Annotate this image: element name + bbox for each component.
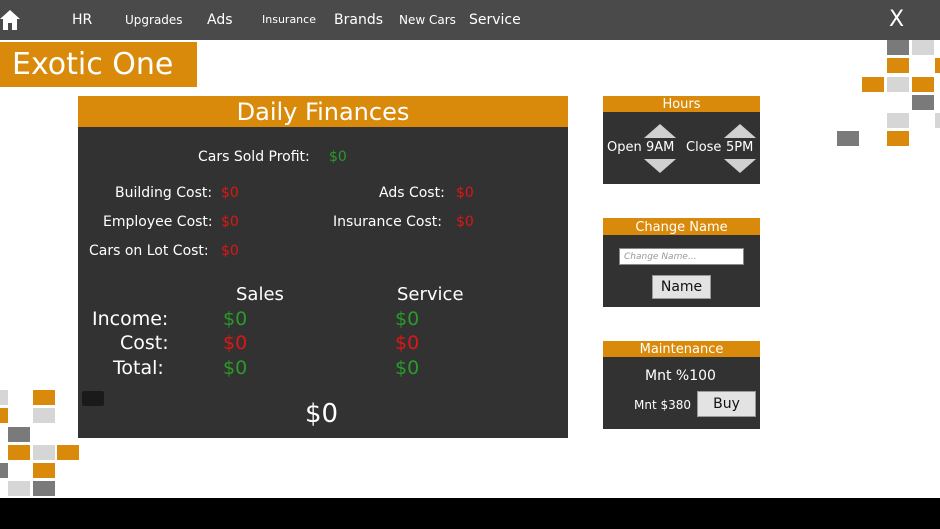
decor-tile [33,463,55,478]
decor-tile [912,40,934,55]
change-name-panel: Change Name Name [603,218,760,307]
hours-title: Hours [603,96,760,112]
ads-cost-label: Ads Cost: [379,185,445,201]
toggle-box[interactable] [82,391,104,406]
buy-maintenance-button[interactable]: Buy [697,391,756,417]
sales-income-value: $0 [223,308,248,330]
decor-tile [887,77,909,92]
cost-label: Cost: [120,332,169,354]
home-icon[interactable] [0,9,20,31]
insurance-cost-label: Insurance Cost: [333,214,442,230]
decor-tile [887,113,909,128]
open-value: 9AM [646,140,675,155]
grand-total-value: $0 [305,399,339,429]
decor-tile [837,131,859,146]
maintenance-title: Maintenance [603,341,760,357]
decor-tile [57,445,79,460]
employee-cost-label: Employee Cost: [103,214,213,230]
decor-tile [862,77,884,92]
decor-tile [887,131,909,146]
change-name-title: Change Name [603,218,760,235]
decor-tile [935,113,940,128]
ads-cost-value: $0 [456,185,474,201]
service-total-value: $0 [395,357,420,379]
nav-brands[interactable]: Brands [334,0,383,40]
nav-upgrades[interactable]: Upgrades [125,0,183,40]
decor-tile [8,427,30,442]
decor-tile [0,390,8,405]
service-income-value: $0 [395,308,420,330]
name-button[interactable]: Name [652,275,711,299]
dealer-name-banner: Exotic One [0,42,197,87]
maintenance-panel: Maintenance Mnt %100 Mnt $380 Buy [603,341,760,429]
cars-sold-profit-label: Cars Sold Profit: [198,149,310,165]
nav-insurance[interactable]: Insurance [262,0,316,40]
hours-panel: Hours Open 9AM Close 5PM [603,96,760,184]
total-label: Total: [113,357,164,379]
change-name-input[interactable] [619,248,744,265]
close-icon[interactable]: X [889,0,904,40]
top-nav-bar: HR Upgrades Ads Insurance Brands New Car… [0,0,940,40]
decor-tile [0,463,8,478]
employee-cost-value: $0 [221,214,239,230]
maintenance-level: Mnt %100 [645,368,716,384]
decor-tile [935,58,940,73]
close-value: 5PM [726,140,754,155]
nav-hr[interactable]: HR [72,0,92,40]
daily-finances-title: Daily Finances [78,96,568,127]
decor-tile [33,390,55,405]
cars-on-lot-cost-value: $0 [221,243,239,259]
sales-cost-value: $0 [223,332,248,354]
decor-tile [8,445,30,460]
open-decrease-arrow-icon[interactable] [644,159,676,173]
building-cost-label: Building Cost: [115,185,213,201]
daily-finances-panel: Daily Finances Cars Sold Profit: $0 Buil… [78,96,568,438]
close-decrease-arrow-icon[interactable] [724,159,756,173]
decor-tile [912,77,934,92]
income-label: Income: [92,308,169,330]
nav-service[interactable]: Service [469,0,521,40]
nav-ads[interactable]: Ads [207,0,233,40]
close-label: Close [686,140,722,155]
cars-sold-profit-value: $0 [329,149,347,165]
insurance-cost-value: $0 [456,214,474,230]
decor-tile [0,408,8,423]
sales-total-value: $0 [223,357,248,379]
nav-new-cars[interactable]: New Cars [399,0,456,40]
building-cost-value: $0 [221,185,239,201]
service-header: Service [397,284,464,305]
close-increase-arrow-icon[interactable] [724,124,756,138]
open-increase-arrow-icon[interactable] [644,124,676,138]
sales-header: Sales [236,284,284,305]
decor-tile [8,481,30,496]
cars-on-lot-cost-label: Cars on Lot Cost: [89,243,209,259]
decor-tile [887,58,909,73]
open-label: Open [607,140,642,155]
service-cost-value: $0 [395,332,420,354]
decor-tile [33,481,55,496]
decor-tile [887,40,909,55]
bottom-bar [0,498,940,529]
decor-tile [912,95,934,110]
decor-tile [33,408,55,423]
maintenance-price: Mnt $380 [634,398,692,412]
decor-tile [33,445,55,460]
